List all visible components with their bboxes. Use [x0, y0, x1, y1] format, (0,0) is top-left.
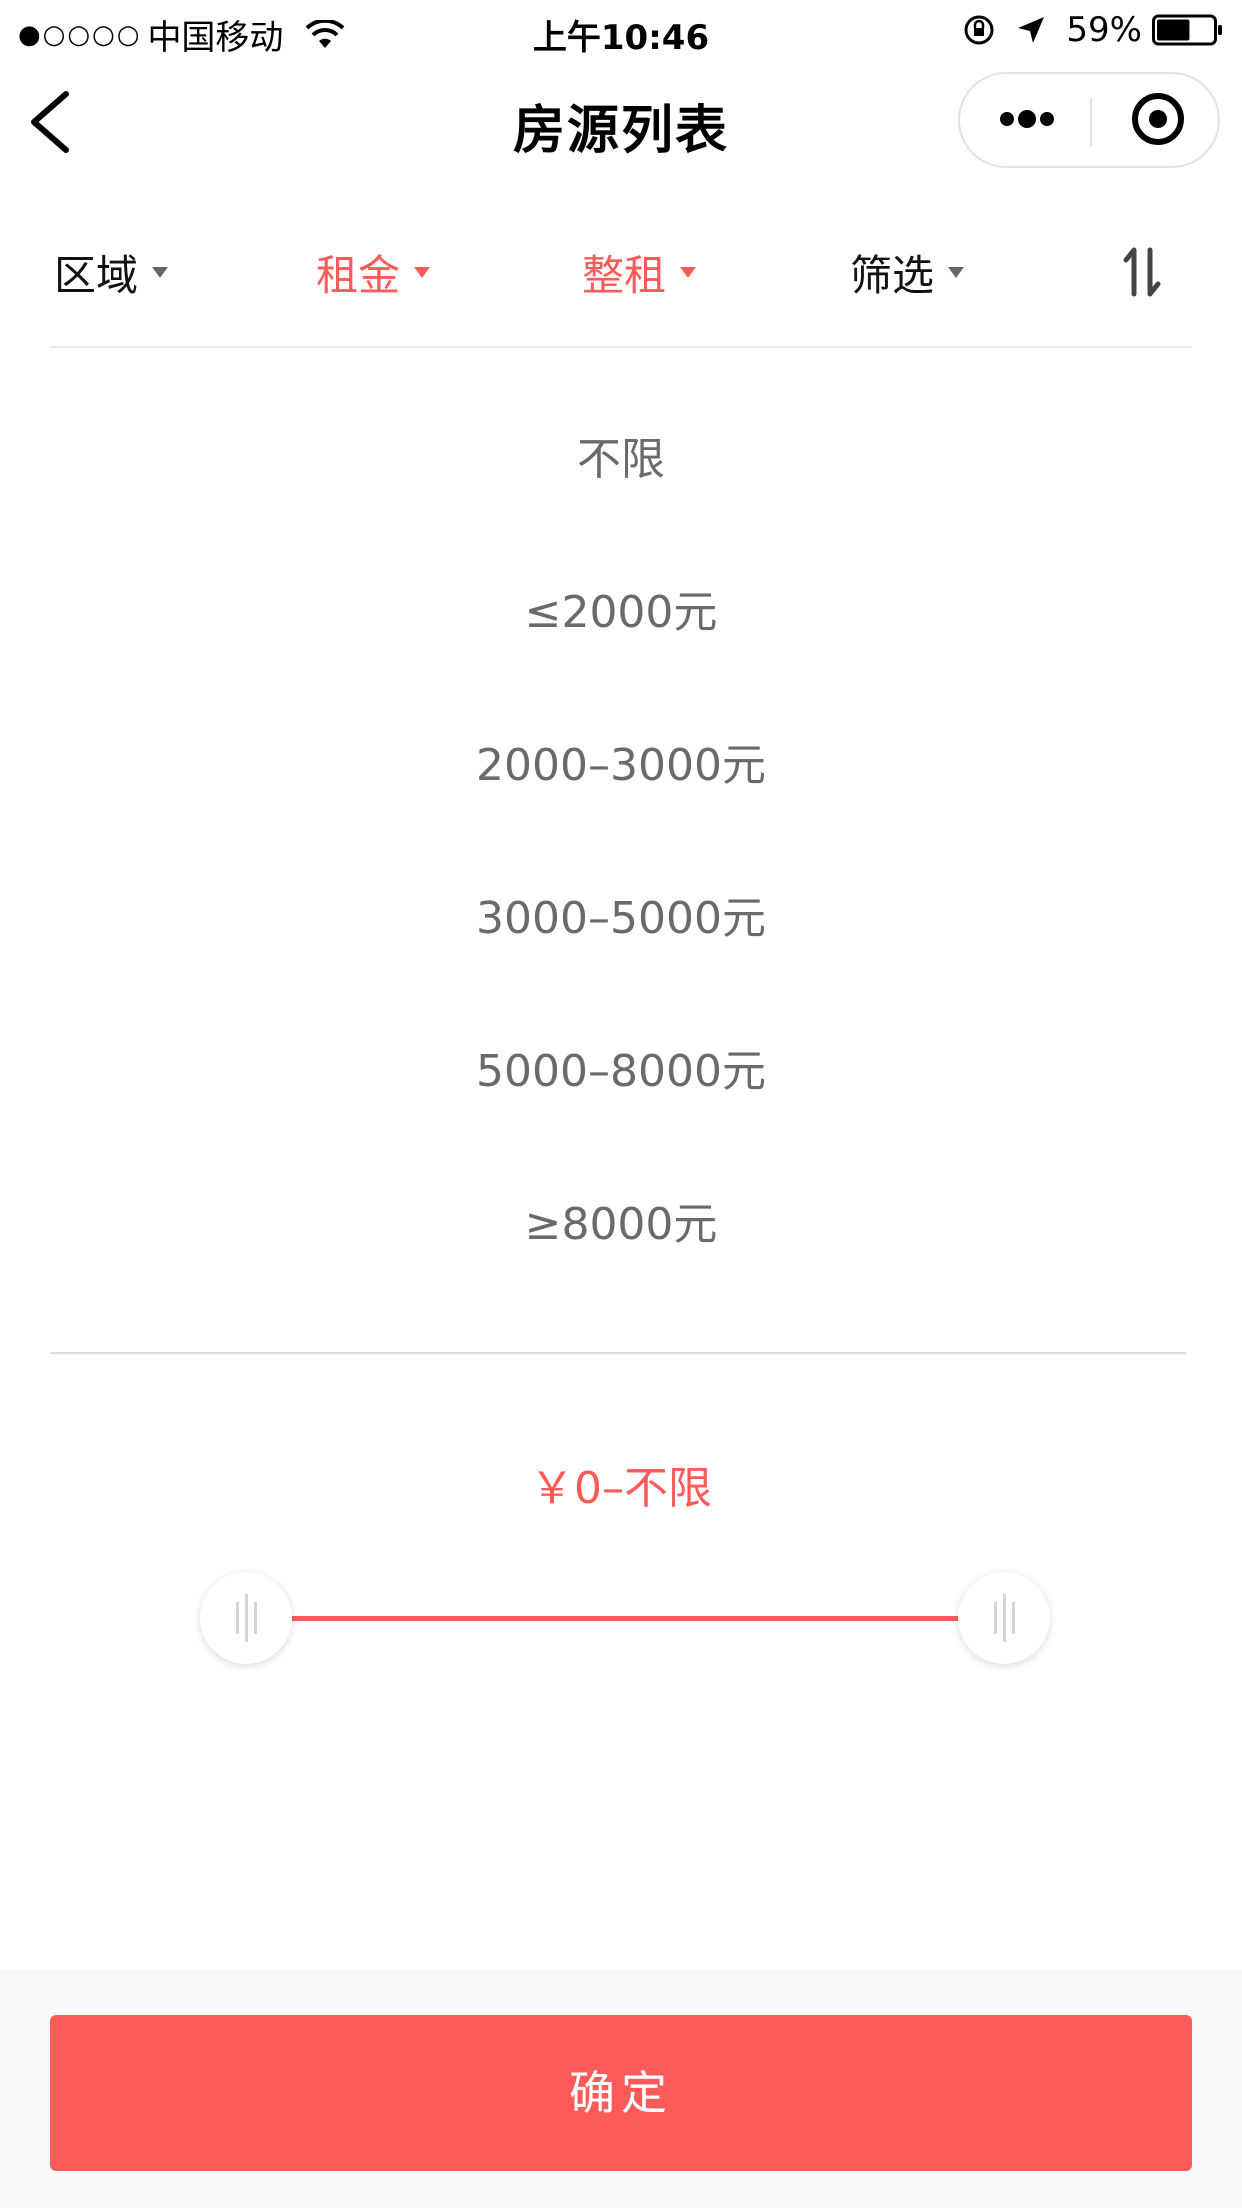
- price-option-unlimited[interactable]: 不限: [0, 400, 1242, 553]
- grip-bar: [236, 1602, 239, 1634]
- nav-bar: 房源列表: [0, 62, 1242, 182]
- price-option-over-8000[interactable]: ≥8000元: [0, 1165, 1242, 1318]
- rotation-lock-icon: [964, 15, 994, 45]
- status-right: 59%: [962, 10, 1224, 50]
- miniapp-capsule: [958, 72, 1220, 168]
- filter-tab-label: 筛选: [850, 250, 935, 300]
- more-dot: [1040, 112, 1054, 126]
- price-option-list: 不限 ≤2000元 2000–3000元 3000–5000元 5000–800…: [0, 400, 1242, 1318]
- more-dots-icon: [1000, 112, 1014, 126]
- target-circle-dot: [1149, 110, 1167, 128]
- location-arrow-icon: [1018, 17, 1045, 43]
- filter-tab-region[interactable]: 区域: [54, 232, 169, 312]
- filter-tab-rent-type[interactable]: 整租: [582, 232, 697, 312]
- list-divider: [50, 1352, 1186, 1354]
- filter-tab-more[interactable]: 筛选: [850, 232, 965, 312]
- confirm-button[interactable]: 确定: [50, 2015, 1192, 2171]
- slider-max-handle[interactable]: [958, 1572, 1050, 1664]
- filter-tab-label: 整租: [582, 250, 667, 300]
- price-option-3000-5000[interactable]: 3000–5000元: [0, 859, 1242, 1012]
- caret-down-icon: [680, 266, 697, 278]
- grip-bar: [245, 1594, 248, 1642]
- caret-down-icon: [152, 266, 169, 278]
- sort-button[interactable]: [1120, 242, 1164, 302]
- filter-tab-rent[interactable]: 租金: [316, 232, 431, 312]
- slider-track: [246, 1616, 1004, 1621]
- price-range-slider[interactable]: [200, 1568, 1050, 1668]
- caret-down-icon: [948, 266, 965, 278]
- filter-divider: [50, 346, 1192, 348]
- grip-bar: [254, 1602, 257, 1634]
- sort-arrows-icon: [1123, 247, 1161, 297]
- grip-bar: [994, 1602, 997, 1634]
- price-option-5000-8000[interactable]: 5000–8000元: [0, 1012, 1242, 1165]
- grip-bar: [1003, 1594, 1006, 1642]
- filter-bar: 区域 租金 整租 筛选: [0, 232, 1242, 342]
- slider-min-handle[interactable]: [200, 1572, 292, 1664]
- battery-percent: 59%: [1066, 10, 1142, 50]
- grip-bar: [1012, 1602, 1015, 1634]
- filter-tab-label: 租金: [316, 250, 401, 300]
- price-option-2000-3000[interactable]: 2000–3000元: [0, 706, 1242, 859]
- price-option-under-2000[interactable]: ≤2000元: [0, 553, 1242, 706]
- battery-icon: [1152, 14, 1222, 46]
- more-dot: [1018, 110, 1036, 128]
- close-miniapp-button[interactable]: [1092, 74, 1220, 166]
- filter-tab-label: 区域: [54, 250, 139, 300]
- price-range-label: ￥0–不限: [530, 1463, 712, 1514]
- status-bar: ●○○○○ 中国移动 上午10:46 59%: [0, 0, 1242, 62]
- caret-down-icon: [414, 266, 431, 278]
- more-button[interactable]: [960, 74, 1090, 166]
